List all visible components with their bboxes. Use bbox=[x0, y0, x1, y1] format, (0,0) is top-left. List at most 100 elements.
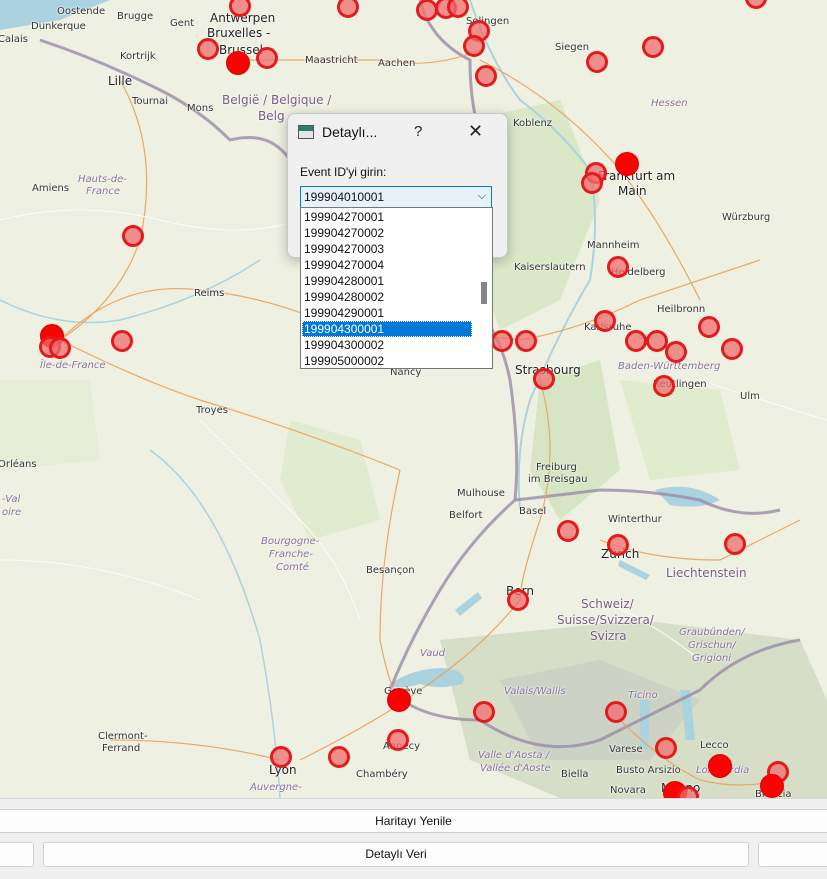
event-marker[interactable] bbox=[607, 534, 629, 556]
map-place-label: Kaiserslautern bbox=[514, 262, 586, 273]
dropdown-option[interactable]: 199905000002 bbox=[302, 353, 472, 368]
map-place-label: Maastricht bbox=[305, 55, 358, 66]
event-marker[interactable] bbox=[655, 737, 677, 759]
map-place-label: Main bbox=[618, 184, 647, 198]
dropdown-option[interactable]: 199904300002 bbox=[302, 337, 472, 353]
event-marker[interactable] bbox=[724, 533, 746, 555]
dropdown-scrollbar[interactable] bbox=[475, 208, 492, 368]
event-marker[interactable] bbox=[698, 316, 720, 338]
event-marker[interactable] bbox=[515, 330, 537, 352]
map-place-label: Svizra bbox=[590, 629, 627, 643]
map-place-label: Ulm bbox=[740, 391, 760, 402]
event-marker[interactable] bbox=[226, 51, 250, 75]
map-place-label: Mons bbox=[187, 103, 214, 114]
forest-area bbox=[0, 380, 100, 470]
map-place-label: Belg bbox=[258, 109, 285, 123]
event-marker[interactable] bbox=[605, 701, 627, 723]
event-marker[interactable] bbox=[473, 701, 495, 723]
event-marker[interactable] bbox=[463, 35, 485, 57]
map-place-label: Valais/Wallis bbox=[504, 686, 566, 697]
map-place-label: oire bbox=[2, 507, 22, 518]
map-place-label: Calais bbox=[0, 34, 29, 45]
map-place-label: Île-de-France bbox=[40, 360, 106, 371]
refresh-map-button[interactable]: Haritayı Yenile bbox=[0, 809, 827, 833]
dropdown-option[interactable]: 199904300001 bbox=[302, 321, 472, 337]
event-marker[interactable] bbox=[665, 341, 687, 363]
event-marker[interactable] bbox=[491, 330, 513, 352]
map-place-label: Clermont- bbox=[98, 731, 148, 742]
map-place-label: Liechtenstein bbox=[666, 566, 747, 580]
map-place-label: Belfort bbox=[449, 510, 483, 521]
event-marker[interactable] bbox=[625, 330, 647, 352]
event-marker[interactable] bbox=[642, 36, 664, 58]
event-marker[interactable] bbox=[49, 337, 71, 359]
map-place-label: Hauts-de- bbox=[78, 174, 127, 185]
right-button[interactable] bbox=[758, 842, 827, 867]
event-marker[interactable] bbox=[387, 729, 409, 751]
map-place-label: Auvergne- bbox=[250, 782, 302, 793]
scrollbar-thumb[interactable] bbox=[481, 282, 487, 304]
map-place-label: Ticino bbox=[628, 690, 658, 701]
map-place-label: Bourgogne- bbox=[261, 536, 320, 547]
event-marker[interactable] bbox=[581, 172, 603, 194]
dropdown-option[interactable]: 199904280002 bbox=[302, 289, 472, 305]
map-place-label: Bruxelles - bbox=[207, 26, 271, 40]
event-marker[interactable] bbox=[586, 51, 608, 73]
event-marker[interactable] bbox=[507, 589, 529, 611]
map-place-label: Koblenz bbox=[513, 118, 553, 129]
dropdown-option[interactable]: 199904270002 bbox=[302, 225, 472, 241]
map-place-label: Baden-Württemberg bbox=[618, 361, 721, 372]
event-marker[interactable] bbox=[760, 774, 784, 798]
event-marker[interactable] bbox=[387, 688, 411, 712]
event-marker[interactable] bbox=[708, 754, 732, 778]
event-marker[interactable] bbox=[557, 520, 579, 542]
map-place-label: Kortrijk bbox=[120, 51, 156, 62]
event-marker[interactable] bbox=[475, 65, 497, 87]
map-place-label: Gent bbox=[170, 18, 195, 29]
map-place-label: Oostende bbox=[57, 6, 106, 17]
close-icon[interactable]: ✕ bbox=[468, 122, 483, 140]
map-place-label: Franche- bbox=[269, 549, 313, 560]
dropdown-options[interactable]: 199904270001 199904270002 199904270003 1999… bbox=[302, 209, 472, 368]
event-marker[interactable] bbox=[615, 152, 639, 176]
map-place-label: Mulhouse bbox=[457, 488, 505, 499]
map-place-label: Mannheim bbox=[587, 240, 640, 251]
dropdown-option[interactable]: 199904270001 bbox=[302, 209, 472, 225]
event-marker[interactable] bbox=[653, 375, 675, 397]
dropdown-option[interactable]: 199904280001 bbox=[302, 273, 472, 289]
lake-zurich bbox=[618, 560, 650, 580]
map-place-label: Würzburg bbox=[722, 212, 771, 223]
map-place-label: Tournai bbox=[132, 96, 169, 107]
dropdown-option[interactable]: 199904290001 bbox=[302, 305, 472, 321]
map-place-label: Basel bbox=[519, 506, 547, 517]
event-marker[interactable] bbox=[328, 746, 350, 768]
event-marker[interactable] bbox=[256, 47, 278, 69]
map-place-label: Lecco bbox=[700, 740, 729, 751]
chevron-down-icon[interactable]: ⌵ bbox=[478, 190, 486, 203]
event-marker[interactable] bbox=[197, 38, 219, 60]
dialog-titlebar[interactable]: Detaylı... ? ✕ bbox=[288, 114, 507, 150]
event-marker[interactable] bbox=[270, 746, 292, 768]
event-marker[interactable] bbox=[721, 338, 743, 360]
left-button[interactable] bbox=[0, 842, 34, 867]
map-place-label: Grischun/ bbox=[688, 640, 736, 651]
dropdown-option[interactable]: 199904270004 bbox=[302, 257, 472, 273]
event-id-dropdown-list[interactable]: 199904270001 199904270002 199904270003 1999… bbox=[300, 207, 493, 369]
map-place-label: Orléans bbox=[0, 459, 37, 470]
help-button[interactable]: ? bbox=[414, 123, 422, 140]
event-marker[interactable] bbox=[122, 225, 144, 247]
dropdown-option[interactable]: 199904270003 bbox=[302, 241, 472, 257]
forest-area bbox=[620, 380, 740, 480]
detail-data-button[interactable]: Detaylı Veri bbox=[43, 842, 749, 867]
map-place-label: Vaud bbox=[420, 648, 446, 659]
lake-neuchatel bbox=[455, 592, 482, 616]
map-place-label: im Breisgau bbox=[528, 474, 588, 485]
event-marker[interactable] bbox=[533, 368, 555, 390]
event-marker[interactable] bbox=[111, 330, 133, 352]
map-place-label: Heilbronn bbox=[657, 304, 706, 315]
map-place-label: Varese bbox=[609, 744, 643, 755]
event-id-combobox[interactable]: 199904010001 ⌵ bbox=[300, 186, 492, 208]
map-place-label: Ferrand bbox=[102, 743, 141, 754]
event-marker[interactable] bbox=[594, 310, 616, 332]
event-marker[interactable] bbox=[607, 256, 629, 278]
